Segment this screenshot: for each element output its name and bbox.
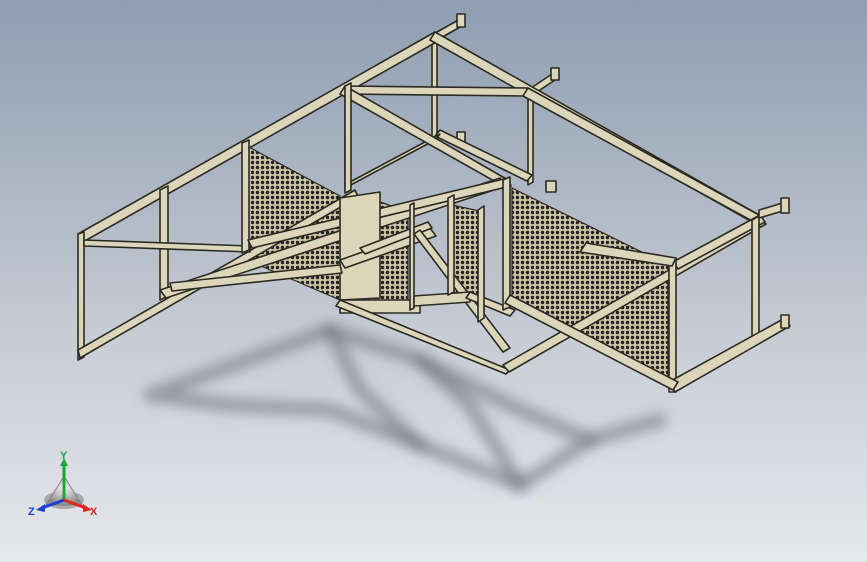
z-axis-label: Z [28,506,35,518]
frame-model-view[interactable] [0,0,867,562]
view-orientation-triad: Y X Z [28,450,98,518]
graphics-viewport[interactable]: Y X Z [0,0,867,562]
ground-shadow [143,323,667,492]
z-arrowhead [36,504,45,512]
x-axis-label: X [90,506,98,518]
y-axis-label: Y [60,450,68,462]
